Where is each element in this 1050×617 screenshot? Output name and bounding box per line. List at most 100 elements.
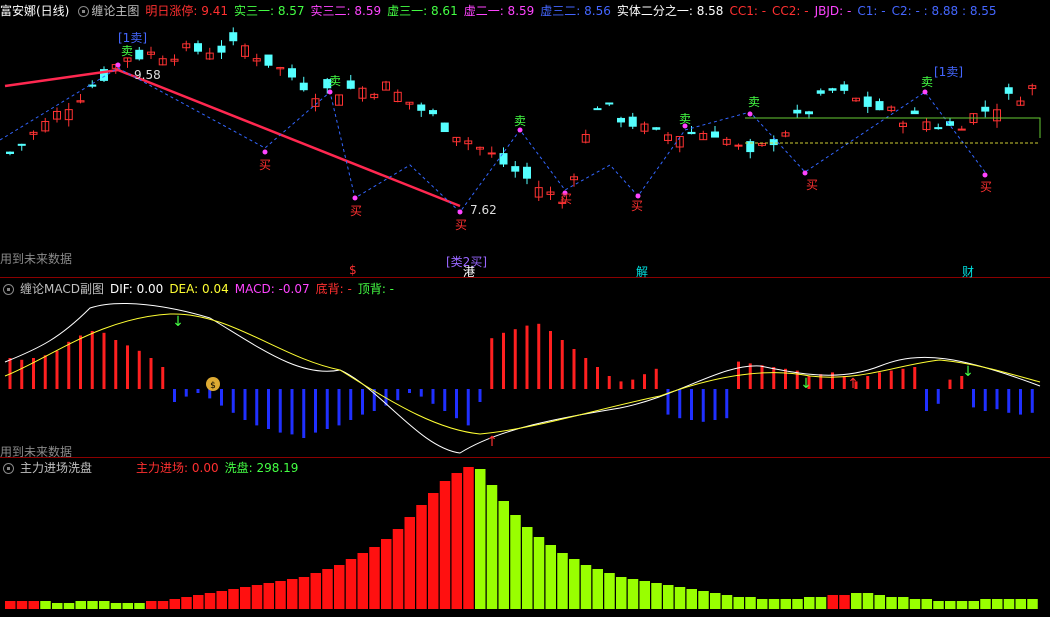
macd-bar (466, 389, 470, 426)
flow-bar (851, 593, 862, 609)
candlestick-chart[interactable] (0, 0, 1050, 277)
macd-bar (184, 389, 188, 397)
candle-body (264, 54, 273, 66)
macd-bar (983, 389, 987, 411)
sell-signal-label: 卖 (921, 75, 934, 89)
capital-flow-chart[interactable] (0, 459, 1050, 617)
money-bag-icon: $ (210, 381, 216, 391)
macd-bar (878, 372, 881, 389)
signal-dot (747, 111, 753, 117)
flow-bar (369, 547, 380, 609)
candle-body (863, 96, 872, 107)
macd-bar (654, 368, 658, 389)
macd-bar (760, 365, 764, 389)
macd-bar (325, 389, 329, 429)
flow-bar (334, 565, 345, 609)
macd-bar (748, 363, 752, 389)
flow-bar (992, 599, 1003, 609)
flow-bar (1003, 599, 1015, 609)
candle-body (981, 106, 990, 112)
signal-dot (352, 195, 358, 201)
trend-line (4, 68, 461, 208)
macd-bar (549, 331, 552, 389)
flow-bar (310, 573, 321, 609)
candle-body (875, 101, 884, 111)
buy-signal-label: 买 (560, 192, 573, 206)
flow-bar (240, 587, 251, 609)
candle-body (805, 111, 813, 115)
candle-body (194, 43, 202, 52)
flow-bar (745, 597, 756, 609)
macd-bar (560, 340, 564, 389)
flow-bar (721, 595, 733, 609)
flow-bar (839, 595, 850, 609)
signal-dot (115, 62, 121, 68)
macd-bar (701, 389, 705, 422)
flow-bar (510, 515, 521, 609)
candle-body (417, 104, 426, 111)
flow-bar (52, 603, 63, 609)
candle-body (828, 88, 837, 91)
flow-bar (627, 579, 639, 609)
macd-bar (114, 340, 118, 389)
flow-bar (886, 597, 897, 609)
flow-bar (862, 593, 874, 609)
flow-bar (134, 603, 145, 609)
macd-bar (995, 389, 999, 410)
flow-bar (874, 595, 885, 609)
flow-bar (909, 599, 921, 609)
candle-body (711, 131, 719, 138)
flow-bar (5, 601, 16, 609)
flow-bar (651, 583, 662, 609)
buy-signal-label: 买 (455, 218, 468, 232)
flow-bar (674, 587, 686, 609)
macd-bar (102, 332, 106, 389)
flow-bar (945, 601, 956, 609)
macd-bar (90, 331, 94, 389)
flow-bar (251, 585, 263, 609)
flow-bar (404, 517, 415, 609)
flow-bar (345, 559, 357, 609)
flow-bar (569, 559, 580, 609)
macd-bar (137, 350, 141, 389)
macd-bar (443, 389, 447, 411)
macd-bar (525, 325, 529, 389)
macd-bar (537, 323, 541, 389)
flow-bar (475, 469, 486, 609)
macd-bar (713, 389, 717, 420)
sell-signal-label: 卖 (514, 114, 527, 128)
macd-bar (631, 379, 635, 389)
flow-bar (40, 601, 51, 609)
signal-dot (262, 149, 268, 155)
candle-body (511, 166, 520, 172)
macd-bar (1019, 389, 1022, 415)
macd-bar (349, 389, 353, 420)
macd-bar (725, 389, 729, 419)
flow-bar (933, 601, 944, 609)
macd-bar (231, 389, 235, 413)
flow-bar (63, 603, 75, 609)
flow-bar (522, 527, 533, 609)
macd-bar (936, 389, 940, 404)
flow-bar (169, 599, 180, 609)
flow-bar (110, 603, 122, 609)
candle-body (593, 108, 602, 111)
sell-signal-label: 卖 (329, 74, 342, 88)
candle-body (523, 166, 531, 179)
flow-bar (463, 467, 474, 609)
candle-body (687, 131, 696, 135)
macd-chart[interactable]: ↓ ↑ ↓ ↑ ↓ $ (0, 278, 1050, 458)
macd-bar (690, 389, 693, 420)
macd-bar (267, 389, 270, 429)
flow-bar (498, 501, 509, 609)
flow-bar (616, 577, 627, 609)
buy-arrow-icon: ↑ (486, 434, 498, 450)
macd-bar (913, 367, 917, 389)
event-marker[interactable]: $ (349, 263, 357, 277)
flow-bar (216, 591, 227, 609)
flow-bar (545, 545, 556, 609)
macd-bar (502, 332, 505, 389)
flow-bar (757, 599, 768, 609)
signal-dot (327, 89, 333, 95)
flow-bar (580, 565, 592, 609)
